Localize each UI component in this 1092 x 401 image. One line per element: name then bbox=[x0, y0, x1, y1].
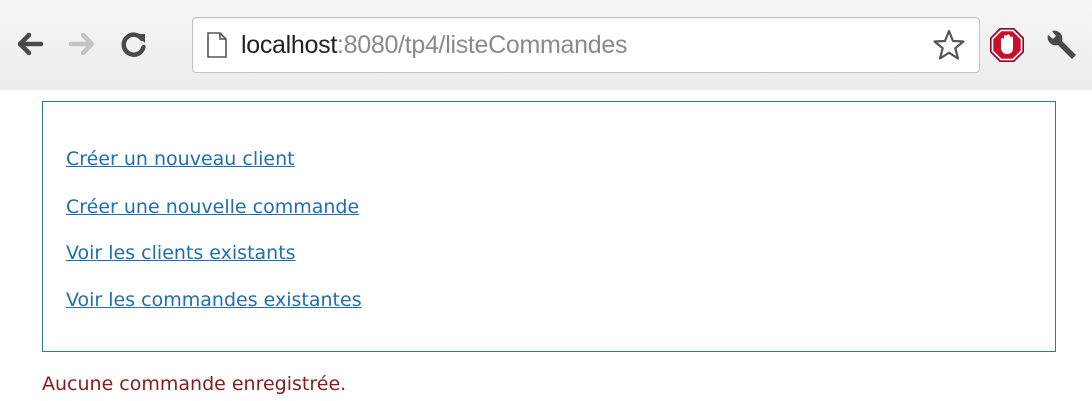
page-icon bbox=[207, 32, 227, 58]
star-icon bbox=[933, 29, 965, 60]
url-host: localhost bbox=[241, 31, 337, 59]
back-button[interactable] bbox=[12, 26, 48, 62]
wrench-icon bbox=[1047, 30, 1076, 59]
url-text: localhost:8080/tp4/listeCommandes bbox=[241, 31, 627, 60]
link-create-order[interactable]: Créer une nouvelle commande bbox=[66, 196, 359, 218]
reload-icon bbox=[121, 32, 146, 57]
reload-button[interactable] bbox=[116, 26, 152, 62]
forward-button[interactable] bbox=[64, 26, 100, 62]
forward-arrow-icon bbox=[69, 32, 95, 56]
extension-button[interactable] bbox=[986, 24, 1028, 66]
stop-hand-icon bbox=[990, 28, 1024, 62]
link-list-orders[interactable]: Voir les commandes existantes bbox=[66, 289, 362, 311]
url-path: :8080/tp4/listeCommandes bbox=[336, 31, 628, 59]
browser-toolbar: localhost:8080/tp4/listeCommandes bbox=[0, 0, 1092, 90]
bookmark-button[interactable] bbox=[929, 25, 969, 65]
menu-box: Créer un nouveau client Créer une nouvel… bbox=[42, 101, 1056, 352]
link-create-client[interactable]: Créer un nouveau client bbox=[66, 148, 295, 170]
back-arrow-icon bbox=[17, 32, 43, 56]
empty-orders-message: Aucune commande enregistrée. bbox=[42, 373, 347, 395]
address-bar[interactable]: localhost:8080/tp4/listeCommandes bbox=[192, 17, 980, 73]
wrench-menu-button[interactable] bbox=[1040, 24, 1084, 66]
link-list-clients[interactable]: Voir les clients existants bbox=[66, 242, 296, 264]
